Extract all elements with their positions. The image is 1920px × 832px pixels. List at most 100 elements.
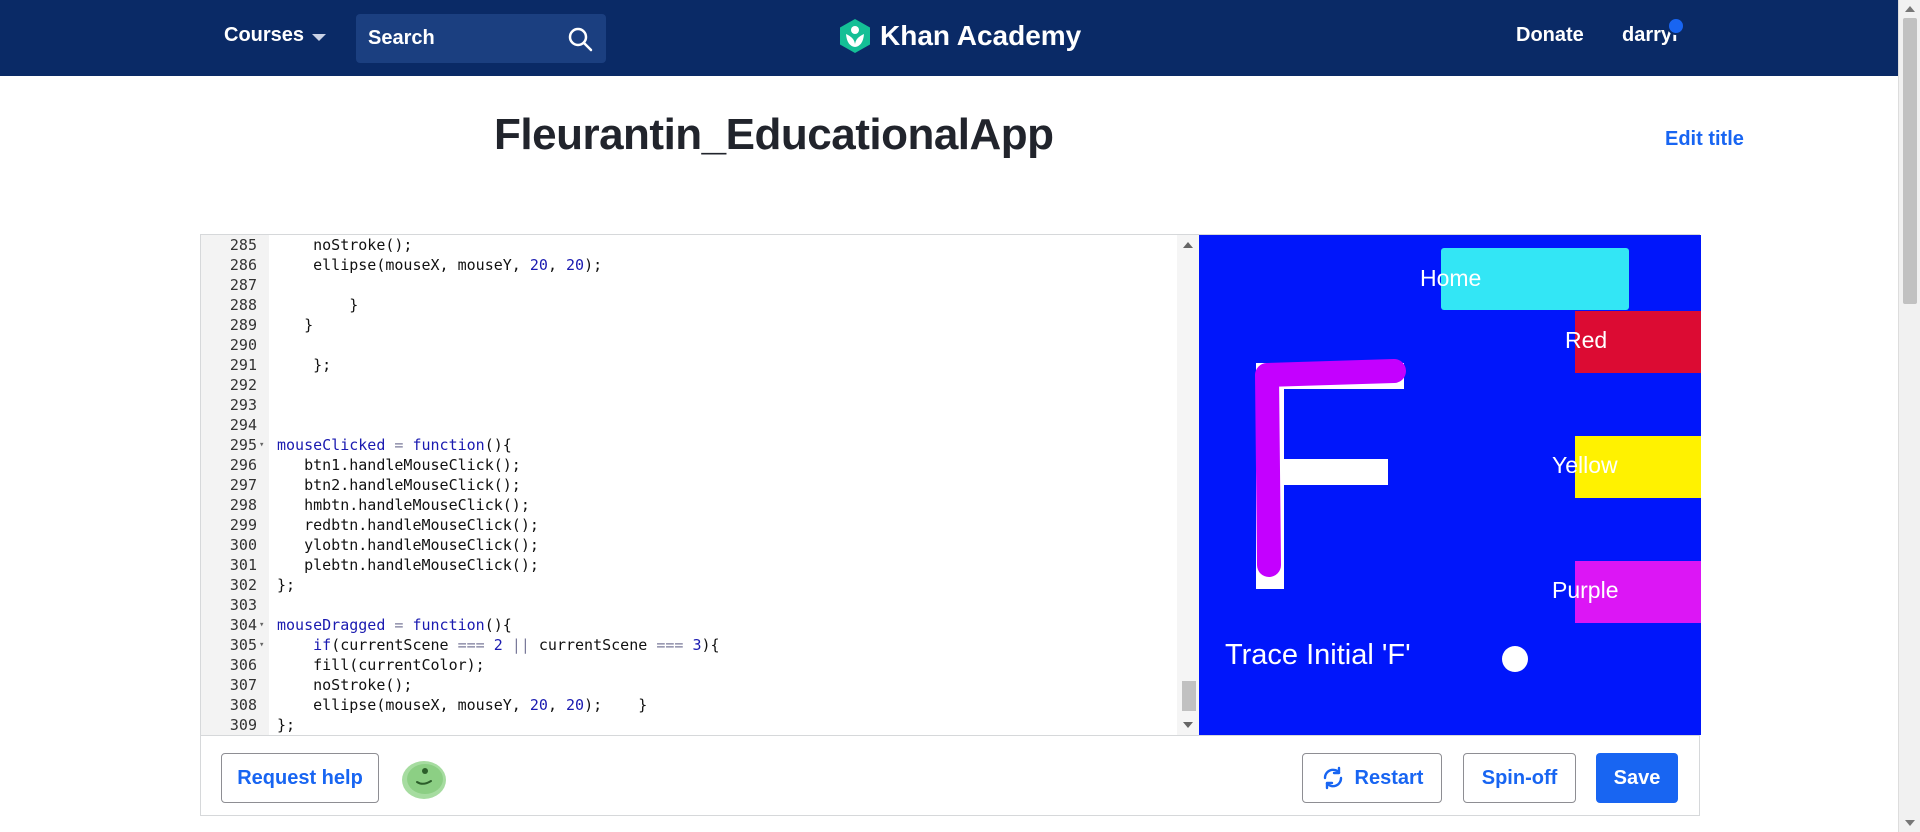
code-line[interactable]: 297 btn2.handleMouseClick(); — [201, 475, 1161, 495]
code-text: redbtn.handleMouseClick(); — [277, 516, 539, 534]
scroll-down-icon[interactable] — [1183, 722, 1193, 728]
code-line[interactable]: 306 fill(currentColor); — [201, 655, 1161, 675]
khan-academy-home-link[interactable]: Khan Academy — [838, 18, 1081, 54]
scroll-up-icon[interactable] — [1183, 242, 1193, 248]
code-text: }; — [277, 356, 332, 374]
program-output-canvas[interactable]: Home Red Yellow Purple Trace Initial 'F' — [1199, 235, 1701, 735]
line-number: 301 — [229, 556, 257, 574]
chevron-down-icon — [312, 34, 327, 41]
line-number: 295 — [229, 436, 257, 454]
page-scrollbar-thumb[interactable] — [1903, 18, 1917, 304]
line-number: 291 — [229, 356, 257, 374]
canvas-red-button[interactable]: Red — [1565, 327, 1607, 354]
editor-scrollbar[interactable] — [1177, 235, 1199, 735]
code-line[interactable]: 301 plebtn.handleMouseClick(); — [201, 555, 1161, 575]
donate-link[interactable]: Donate — [1516, 24, 1584, 47]
notification-dot-icon — [1667, 17, 1685, 35]
code-text: ylobtn.handleMouseClick(); — [277, 536, 539, 554]
canvas-home-button[interactable]: Home — [1420, 265, 1481, 292]
avatar — [402, 761, 446, 799]
request-help-button[interactable]: Request help — [221, 753, 379, 803]
code-line[interactable]: 309}; — [201, 715, 1161, 735]
courses-menu[interactable]: Courses — [224, 24, 327, 47]
line-number: 306 — [229, 656, 257, 674]
canvas-yellow-button[interactable]: Yellow — [1552, 452, 1618, 479]
code-text: } — [277, 296, 359, 314]
code-line[interactable]: 291 }; — [201, 355, 1161, 375]
code-line[interactable]: 307 noStroke(); — [201, 675, 1161, 695]
scroll-down-icon[interactable] — [1905, 820, 1915, 826]
program-workspace: 285 noStroke(); 286 ellipse(mouseX, mouse… — [200, 234, 1701, 816]
code-line[interactable]: 290 — [201, 335, 1161, 355]
line-number: 298 — [229, 496, 257, 514]
code-line[interactable]: 285 noStroke(); — [201, 235, 1161, 255]
search-icon[interactable] — [566, 25, 594, 53]
fold-arrow-icon[interactable]: ▾ — [259, 615, 264, 635]
edit-title-link[interactable]: Edit title — [1665, 128, 1744, 151]
code-editor[interactable]: 285 noStroke(); 286 ellipse(mouseX, mouse… — [201, 235, 1177, 735]
line-number: 308 — [229, 696, 257, 714]
code-line[interactable]: 302}; — [201, 575, 1161, 595]
code-text: } — [277, 316, 314, 334]
code-line[interactable]: 286 ellipse(mouseX, mouseY, 20, 20); — [201, 255, 1161, 275]
khan-academy-logo-icon — [840, 19, 870, 53]
code-text: hmbtn.handleMouseClick(); — [277, 496, 530, 514]
line-number: 294 — [229, 416, 257, 434]
line-number: 297 — [229, 476, 257, 494]
code-line[interactable]: 298 hmbtn.handleMouseClick(); — [201, 495, 1161, 515]
code-line[interactable]: 295 ▾ mouseClicked = function(){ — [201, 435, 1161, 455]
trace-instruction: Trace Initial 'F' — [1225, 639, 1411, 671]
canvas-purple-button[interactable]: Purple — [1552, 577, 1618, 604]
fold-arrow-icon[interactable]: ▾ — [259, 435, 264, 455]
line-number: 309 — [229, 716, 257, 734]
code-line[interactable]: 305 ▾ if(currentScene === 2 || currentSce… — [201, 635, 1161, 655]
code-line[interactable]: 288 } — [201, 295, 1161, 315]
brand-name: Khan Academy — [880, 20, 1082, 51]
search-input[interactable]: Search — [356, 14, 606, 63]
line-number: 285 — [229, 236, 257, 254]
line-number: 296 — [229, 456, 257, 474]
top-navigation: Courses Search Khan Academy Donate darry… — [0, 0, 1898, 76]
code-text: }; — [277, 576, 296, 594]
code-text: noStroke(); — [277, 236, 413, 254]
line-number: 289 — [229, 316, 257, 334]
line-number: 292 — [229, 376, 257, 394]
line-number: 302 — [229, 576, 257, 594]
code-line[interactable]: 299 redbtn.handleMouseClick(); — [201, 515, 1161, 535]
code-text: btn1.handleMouseClick(); — [277, 456, 521, 474]
code-text: ellipse(mouseX, mouseY, 20, 20); } — [277, 696, 648, 714]
code-line[interactable]: 296 btn1.handleMouseClick(); — [201, 455, 1161, 475]
code-line[interactable]: 293 — [201, 395, 1161, 415]
restart-button[interactable]: Restart — [1302, 753, 1442, 803]
code-line[interactable]: 294 — [201, 415, 1161, 435]
code-text: btn2.handleMouseClick(); — [277, 476, 521, 494]
editor-toolbar: Request help Restart Spin-off Save — [201, 735, 1699, 815]
code-text: mouseClicked = function(){ — [277, 436, 512, 454]
code-line[interactable]: 300 ylobtn.handleMouseClick(); — [201, 535, 1161, 555]
page-scrollbar[interactable] — [1898, 0, 1920, 832]
spin-off-button[interactable]: Spin-off — [1463, 753, 1576, 803]
code-line[interactable]: 303 — [201, 595, 1161, 615]
code-line[interactable]: 287 — [201, 275, 1161, 295]
code-text: if(currentScene === 2 || currentScene ==… — [313, 636, 720, 654]
editor-scrollbar-thumb[interactable] — [1182, 681, 1196, 711]
line-number: 290 — [229, 336, 257, 354]
scroll-up-icon[interactable] — [1905, 6, 1915, 12]
save-button[interactable]: Save — [1596, 753, 1678, 803]
courses-label: Courses — [224, 24, 305, 46]
code-line[interactable]: 292 — [201, 375, 1161, 395]
line-number: 288 — [229, 296, 257, 314]
line-number: 286 — [229, 256, 257, 274]
code-line[interactable]: 304 ▾ mouseDragged = function(){ — [201, 615, 1161, 635]
code-text: plebtn.handleMouseClick(); — [277, 556, 539, 574]
code-line[interactable]: 308 ellipse(mouseX, mouseY, 20, 20); } — [201, 695, 1161, 715]
line-number: 305 — [229, 636, 257, 654]
line-number: 303 — [229, 596, 257, 614]
line-number: 293 — [229, 396, 257, 414]
code-line[interactable]: 289 } — [201, 315, 1161, 335]
fold-arrow-icon[interactable]: ▾ — [259, 635, 264, 655]
page-title: Fleurantin_EducationalApp — [494, 110, 1054, 159]
code-text: fill(currentColor); — [277, 656, 485, 674]
code-text: noStroke(); — [277, 676, 413, 694]
code-text: mouseDragged = function(){ — [277, 616, 512, 634]
